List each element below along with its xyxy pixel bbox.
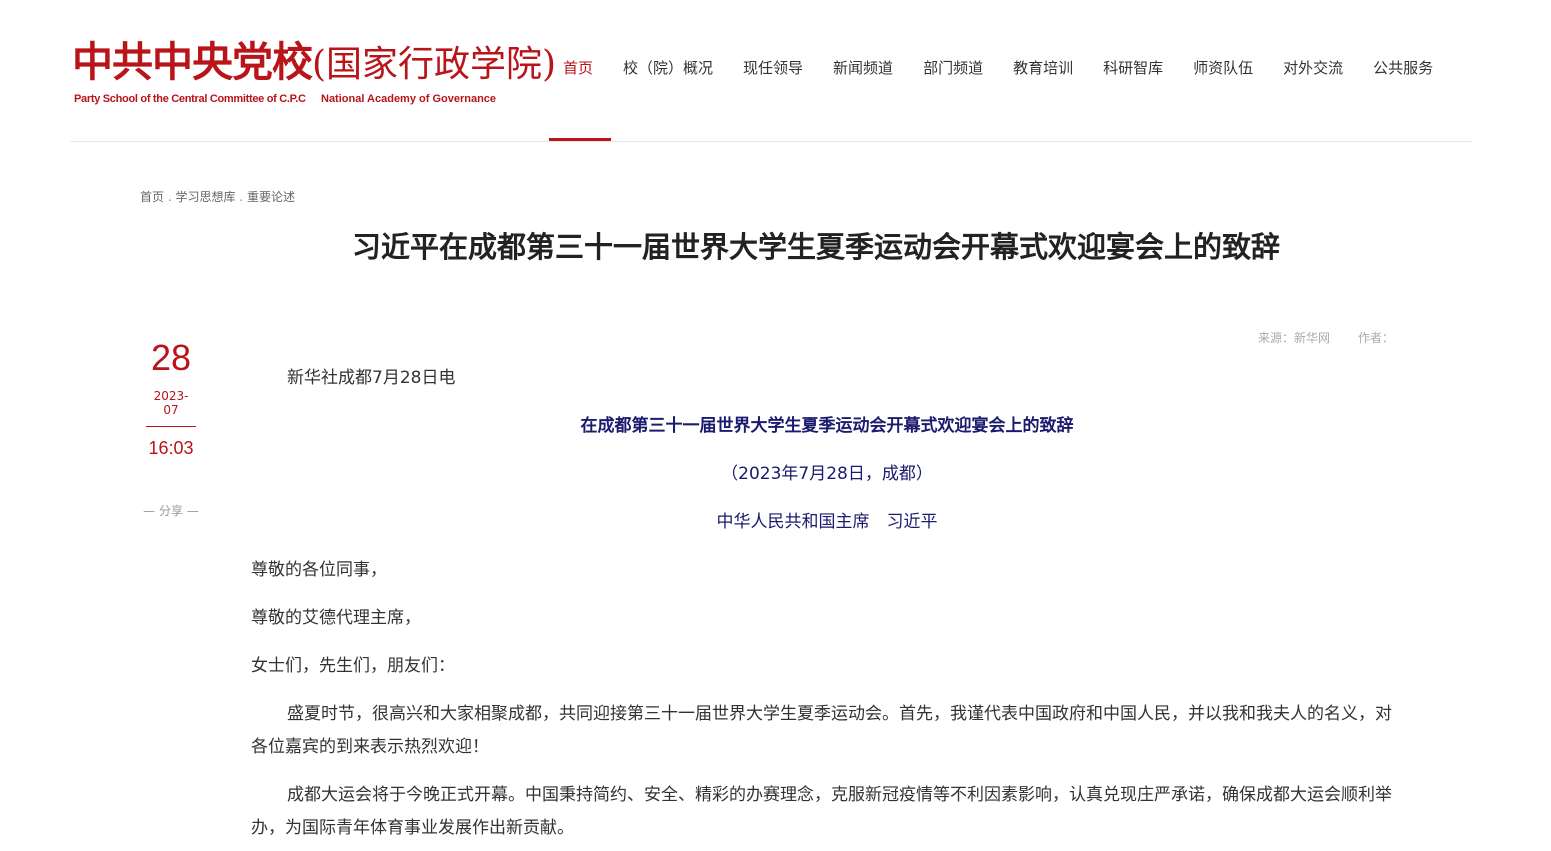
breadcrumb-separator: . (235, 190, 247, 204)
breadcrumb-home[interactable]: 首页 (140, 190, 164, 204)
speech-heading: 在成都第三十一届世界大学生夏季运动会开幕式欢迎宴会上的致辞 (580, 416, 1074, 436)
greeting-line: 女士们，先生们，朋友们： (251, 656, 455, 676)
share-button[interactable]: — 分享 — (140, 502, 202, 519)
logo-english-right: National Academy of Governance (321, 93, 497, 105)
article-dateline: 新华社成都7月28日电 (287, 368, 456, 388)
nav-item-public-service[interactable]: 公共服务 (1358, 46, 1448, 90)
speech-date: （2023年7月28日，成都） (721, 464, 933, 484)
publish-day: 28 (150, 337, 192, 378)
nav-item-news[interactable]: 新闻频道 (818, 46, 908, 90)
article-source: 来源：新华网 (1257, 331, 1330, 345)
main-nav: 首页 校（院）概况 现任领导 新闻频道 部门频道 教育培训 科研智库 师资队伍 … (548, 46, 1448, 142)
body-paragraph: 成都大运会将于今晚正式开幕。中国秉持简约、安全、精彩的办赛理念，克服新冠疫情等不… (251, 785, 1392, 838)
breadcrumb-separator: . (164, 190, 176, 204)
header-divider (70, 141, 1472, 142)
publish-time: 16:03 (148, 438, 194, 458)
article-author: 作者： (1357, 331, 1394, 345)
speech-speaker: 中华人民共和国主席 习近平 (716, 512, 938, 532)
logo-chinese-text: 中共中央党校(国家行政学院) (72, 38, 557, 86)
publish-year-month: 2023-07 (146, 389, 196, 427)
body-paragraph: 盛夏时节，很高兴和大家相聚成都，共同迎接第三十一届世界大学生夏季运动会。首先，我… (251, 704, 1392, 757)
nav-item-international[interactable]: 对外交流 (1268, 46, 1358, 90)
breadcrumb-level3[interactable]: 重要论述 (247, 190, 295, 204)
nav-item-about[interactable]: 校（院）概况 (608, 46, 728, 90)
nav-item-leadership[interactable]: 现任领导 (728, 46, 818, 90)
breadcrumb-level2[interactable]: 学习思想库 (175, 190, 235, 204)
logo-english-left: Party School of the Central Committee of… (74, 93, 306, 105)
nav-item-education[interactable]: 教育培训 (998, 46, 1088, 90)
site-header: 中共中央党校(国家行政学院) Party School of the Centr… (0, 0, 1551, 142)
article-meta: 来源：新华网 作者： (1258, 329, 1394, 346)
nav-item-research[interactable]: 科研智库 (1088, 46, 1178, 90)
greeting-line: 尊敬的艾德代理主席， (251, 608, 421, 628)
nav-item-faculty[interactable]: 师资队伍 (1178, 46, 1268, 90)
breadcrumb: 首页 . 学习思想库 . 重要论述 (140, 188, 295, 205)
site-logo[interactable]: 中共中央党校(国家行政学院) Party School of the Centr… (72, 38, 556, 110)
nav-item-departments[interactable]: 部门频道 (908, 46, 998, 90)
greeting-line: 尊敬的各位同事， (251, 560, 387, 580)
nav-item-home[interactable]: 首页 (548, 46, 608, 90)
page-title: 习近平在成都第三十一届世界大学生夏季运动会开幕式欢迎宴会上的致辞 (351, 230, 1280, 264)
publish-date: 28 2023-07 16:03 (140, 336, 202, 460)
